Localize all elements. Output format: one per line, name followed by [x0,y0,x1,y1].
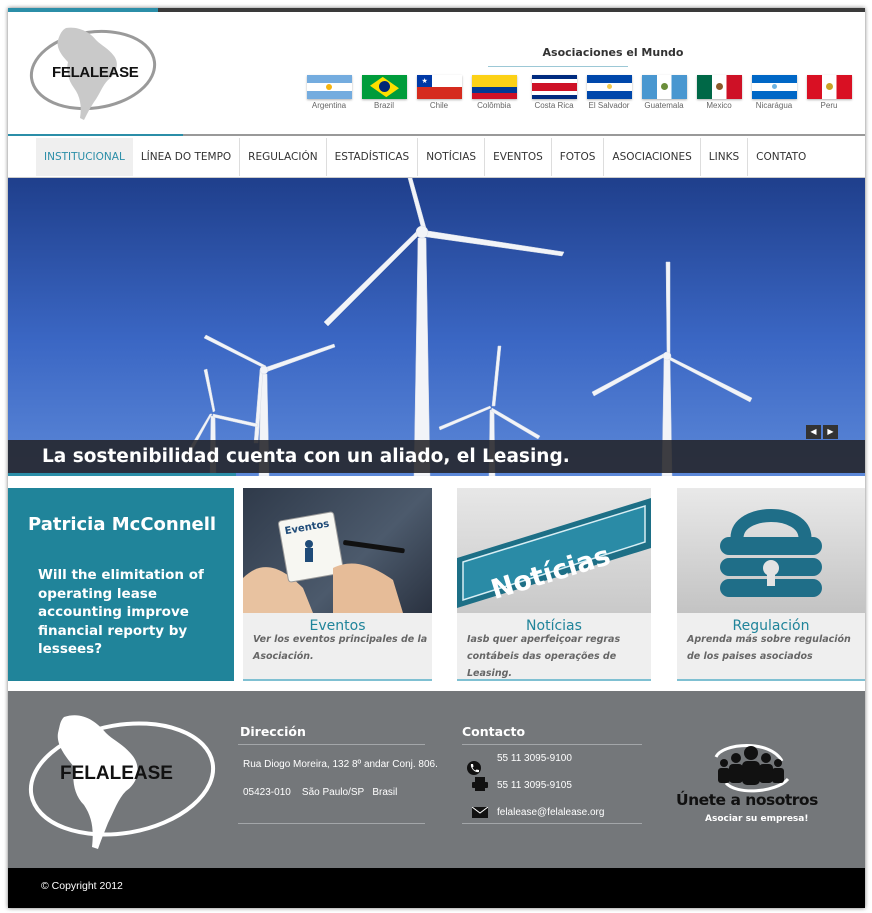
flag-label: Costa Rica [534,101,574,110]
address-bottom-divider [238,823,425,824]
header-divider-accent [8,134,183,136]
flag-argentina[interactable]: Argentina [306,75,352,110]
email-icon [472,807,488,818]
flag-label: Guatemala [644,101,684,110]
footer: FELALEASE Dirección Rua Diogo Moreira, 1… [8,691,865,868]
card-noticias-footer: Notícias Iasb quer aperfeiçoar regras co… [457,613,651,681]
slider-arrows: ◀ ▶ [806,425,838,439]
contact-fax: 55 11 3095-9105 [497,780,572,791]
quote-box[interactable]: Patricia McConnell Will the elimitation … [8,488,234,681]
mexico-flag-icon [696,75,742,99]
address-line-2: 05423-010 São Paulo/SP Brasil [243,787,398,798]
costa-rica-flag-icon [531,75,577,99]
hero-caption: La sostenibilidad cuenta con un aliado, … [42,446,570,467]
flag-label: Mexico [706,101,732,110]
card-description: Aprenda más sobre regulación de los pais… [687,634,851,662]
contact-bottom-divider [462,823,642,824]
address-line-1: Rua Diogo Moreira, 132 8º andar Conj. 80… [243,759,438,770]
copyright-bar: © Copyright 2012 [8,868,865,908]
quote-text: Will the elimitation of operating lease … [38,567,204,657]
card-regulacion[interactable]: Regulación Aprenda más sobre regulación … [677,488,865,684]
phone-icon [467,761,481,775]
nav-item-linea-do-tempo[interactable]: LÍNEA DO TEMPO [133,138,241,176]
prev-arrow-icon[interactable]: ◀ [806,425,821,439]
join-subtitle[interactable]: Asociar su empresa! [705,814,808,824]
contact-title-divider [462,744,642,745]
noticias-banner-icon: Notícias [457,498,651,608]
quote-author: Patricia McConnell [28,514,217,535]
el-salvador-flag-icon [586,75,632,99]
argentina-flag-icon [306,75,352,99]
padlock-icon [720,509,822,597]
nav-item-asociaciones[interactable]: ASOCIACIONES [604,138,701,176]
flag-guatemala[interactable]: Guatemala [641,75,687,110]
flag-el-salvador[interactable]: El Salvador [586,75,632,110]
contact-phone: 55 11 3095-9100 [497,753,572,764]
wind-turbines-image [184,178,753,476]
flag-label: Chile [429,101,449,110]
hero-caption-accent [8,473,236,476]
regulacion-image [677,488,865,613]
card-eventos-footer: Eventos Ver los eventos principales de l… [243,613,432,681]
eventos-image: Eventos [243,488,432,613]
brazil-flag-icon [361,75,407,99]
nav-item-regulacion[interactable]: REGULACIÓN [240,138,327,176]
hand-notepad-icon: Eventos [243,511,405,613]
card-noticias[interactable]: Notícias Notícias Iasb quer aperfeiçoar … [457,488,651,684]
nav-item-contato[interactable]: CONTATO [748,138,814,176]
hero-caption-bar: La sostenibilidad cuenta con un aliado, … [8,440,865,473]
address-title: Dirección [240,724,306,739]
card-description: Ver los eventos principales de la Asocia… [253,634,428,662]
flag-label: Nicarágua [755,101,793,110]
flag-brazil[interactable]: Brazil [361,75,407,110]
flag-label: Colômbia [477,101,511,110]
nav-item-eventos[interactable]: EVENTOS [485,138,552,176]
associations-title: Asociaciones el Mundo [542,46,684,59]
nav-item-noticias[interactable]: NOTÍCIAS [418,138,486,176]
logo-text: FELALEASE [52,64,139,81]
card-description: Iasb quer aperfeiçoar regras contábeis d… [467,634,621,679]
chile-flag-icon: ★ [416,75,462,99]
flag-label: El Salvador [588,101,630,110]
nav-item-institucional[interactable]: INSTITUCIONAL [36,138,133,176]
flag-chile[interactable]: ★ Chile [416,75,462,110]
header-logo[interactable]: FELALEASE [28,18,158,123]
join-title[interactable]: Únete a nosotros [676,791,818,809]
page-frame: FELALEASE Asociaciones el Mundo Argentin… [8,8,865,908]
hero-slider[interactable]: ◀ ▶ La sostenibilidad cuenta con un alia… [8,178,865,476]
noticias-image: Notícias [457,488,651,613]
flag-mexico[interactable]: Mexico [696,75,742,110]
contact-email[interactable]: felalease@felalease.org [497,807,604,818]
contact-title: Contacto [462,724,526,739]
flag-peru[interactable]: Peru [806,75,852,110]
copyright-text: © Copyright 2012 [41,880,123,892]
guatemala-flag-icon [641,75,687,99]
flag-nicaragua[interactable]: Nicarágua [751,75,797,110]
flag-label: Argentina [311,101,347,110]
flag-colombia[interactable]: Colômbia [471,75,517,110]
fax-icon [472,777,488,791]
flags-row: Argentina Brazil ★ Chile Colômbia Costa … [298,75,858,120]
colombia-flag-icon [471,75,517,99]
nav-item-links[interactable]: LINKS [701,138,749,176]
top-bar-accent [8,8,158,12]
peru-flag-icon [806,75,852,99]
associations-divider [488,66,628,67]
flag-label: Peru [820,101,838,110]
next-arrow-icon[interactable]: ▶ [823,425,838,439]
flag-costa-rica[interactable]: Costa Rica [531,75,577,110]
nav-item-fotos[interactable]: FOTOS [552,138,605,176]
nicaragua-flag-icon [751,75,797,99]
flag-label: Brazil [373,101,394,110]
address-title-divider [238,744,425,745]
card-regulacion-footer: Regulación Aprenda más sobre regulación … [677,613,865,681]
footer-logo-text: FELALEASE [60,763,173,784]
main-nav: INSTITUCIONAL LÍNEA DO TEMPO REGULACIÓN … [36,138,814,176]
nav-item-estadisticas[interactable]: ESTADÍSTICAS [327,138,419,176]
card-eventos[interactable]: Eventos Eventos Ver los eventos principa… [243,488,432,684]
